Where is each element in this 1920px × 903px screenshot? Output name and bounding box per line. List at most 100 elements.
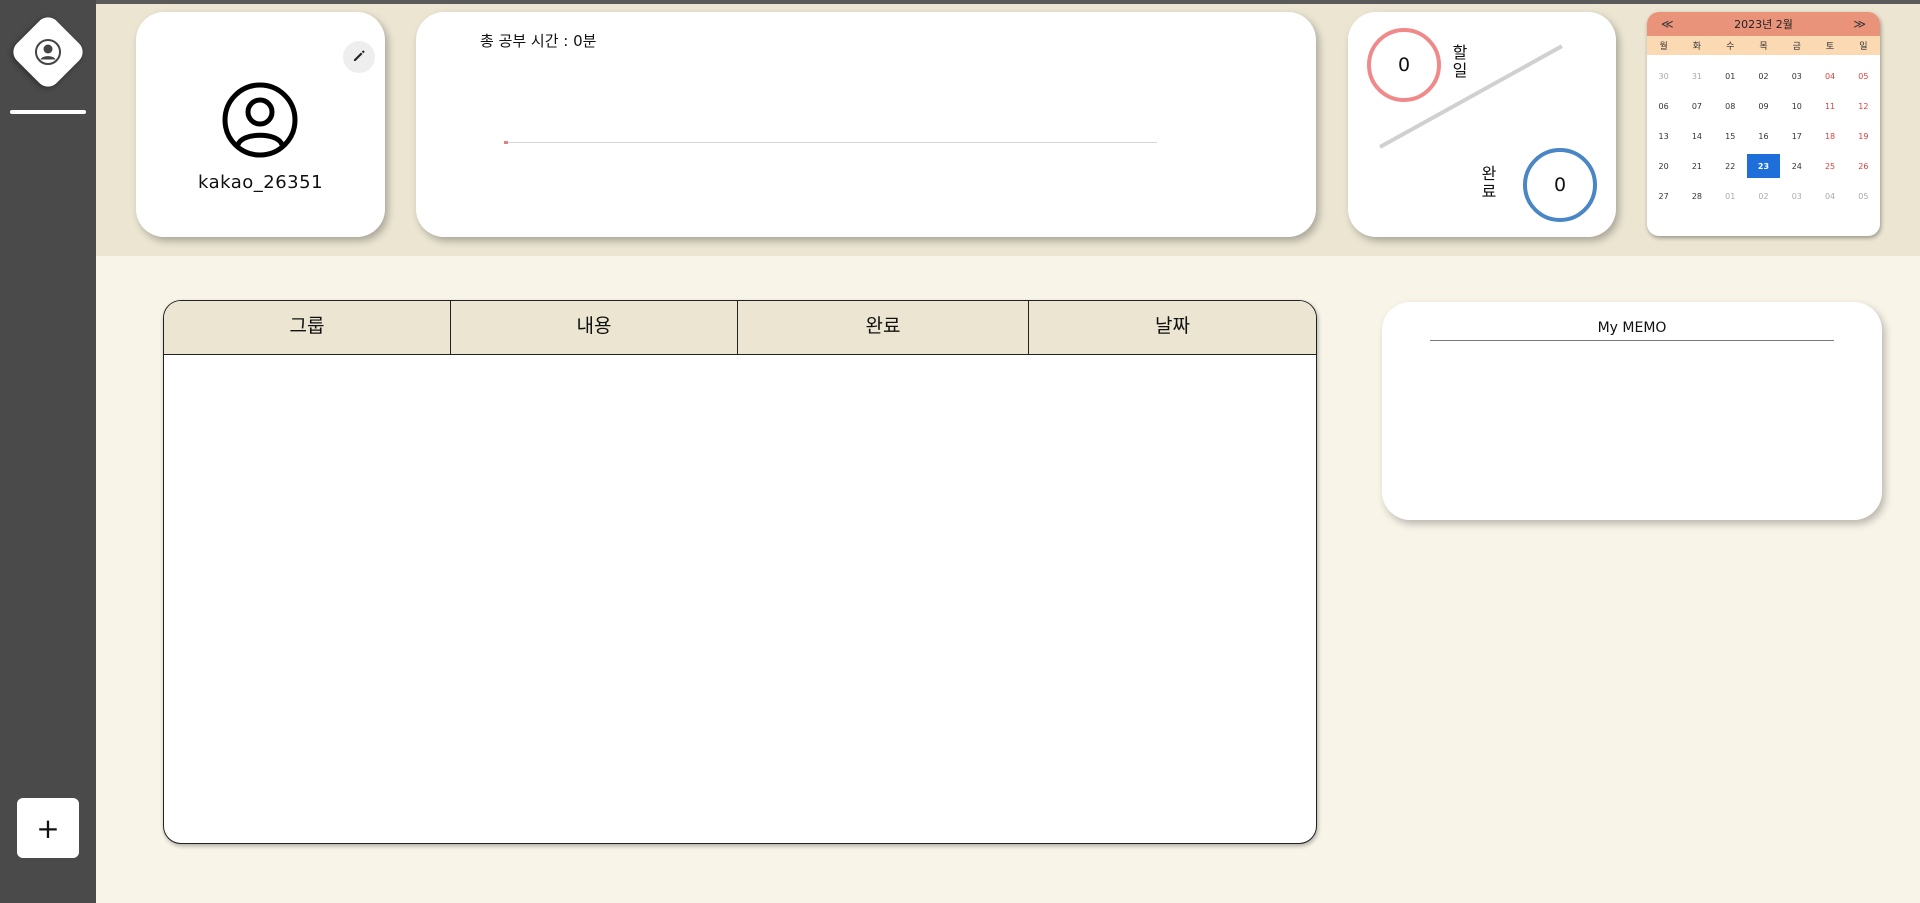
calendar-day-number: 18 (1824, 131, 1836, 141)
total-study-time: 총 공부 시간 : 0분 (480, 32, 597, 50)
weekday-label: 일 (1859, 42, 1868, 52)
calendar-day-number: 31 (1691, 71, 1703, 81)
calendar-day[interactable]: 24 (1780, 151, 1813, 181)
active-indicator (10, 110, 86, 114)
calendar-day[interactable]: 04 (1813, 181, 1846, 211)
calendar-day-number: 03 (1791, 191, 1802, 201)
todo-count: 0 (1397, 54, 1411, 76)
calendar-day[interactable]: 10 (1780, 91, 1813, 121)
calendar-day-number: 25 (1824, 161, 1836, 171)
calendar-day[interactable]: 16 (1747, 121, 1780, 151)
calendar-day[interactable]: 27 (1647, 181, 1680, 211)
calendar-day[interactable]: 26 (1847, 151, 1880, 181)
calendar-day-number: 21 (1691, 161, 1703, 171)
calendar-day-number: 02 (1758, 191, 1769, 201)
calendar-day-number: 24 (1791, 161, 1802, 171)
calendar-day[interactable]: 09 (1747, 91, 1780, 121)
calendar-day[interactable]: 03 (1780, 181, 1813, 211)
calendar-day-number: 26 (1858, 161, 1869, 171)
calendar-day-number: 19 (1858, 131, 1869, 141)
next-month-button[interactable]: ≫ (1853, 17, 1866, 31)
calendar-day[interactable]: 03 (1780, 61, 1813, 91)
calendar-day[interactable]: 01 (1714, 61, 1747, 91)
column-header-done[interactable]: 완료 (738, 301, 1029, 354)
memo-divider (1430, 340, 1834, 341)
calendar-month-title: 2023년 2월 (1734, 18, 1793, 31)
calendar-day-number: 17 (1791, 131, 1802, 141)
weekday-label: 토 (1825, 42, 1835, 52)
calendar-header: ≪ 2023년 2월 ≫ (1647, 12, 1880, 36)
home-logo-button[interactable] (8, 12, 88, 92)
column-header-content[interactable]: 내용 (451, 301, 738, 354)
memo-title: My MEMO (1597, 320, 1667, 336)
calendar-day-number: 28 (1691, 191, 1703, 201)
calendar-day-number: 09 (1758, 101, 1769, 111)
sidebar: + (0, 0, 96, 903)
calendar-day[interactable]: 14 (1680, 121, 1713, 151)
calendar-day[interactable]: 02 (1747, 61, 1780, 91)
calendar-day-number: 14 (1691, 131, 1703, 141)
prev-month-button[interactable]: ≪ (1661, 17, 1674, 31)
calendar-day-number: 01 (1725, 191, 1736, 201)
memo-card[interactable]: My MEMO (1382, 302, 1882, 520)
calendar-day[interactable]: 18 (1813, 121, 1846, 151)
column-header-group[interactable]: 그룹 (164, 301, 451, 354)
calendar-day-number: 15 (1725, 131, 1736, 141)
weekday-label: 수 (1726, 42, 1735, 52)
calendar-day-number: 07 (1691, 101, 1703, 111)
calendar-day-number: 08 (1725, 101, 1736, 111)
calendar-day[interactable]: 22 (1714, 151, 1747, 181)
add-button[interactable]: + (17, 798, 79, 858)
calendar-day-number: 12 (1858, 101, 1869, 111)
calendar-day[interactable]: 08 (1714, 91, 1747, 121)
column-header-date[interactable]: 날짜 (1029, 301, 1316, 354)
calendar-day[interactable]: 30 (1647, 61, 1680, 91)
calendar-day-today[interactable]: 23 (1746, 151, 1780, 181)
calendar-day[interactable]: 05 (1847, 61, 1880, 91)
calendar-day-number: 16 (1758, 131, 1769, 141)
study-time-chart-mark (504, 141, 508, 144)
calendar-day-number: 30 (1658, 71, 1669, 81)
done-label: 완 료 (1481, 164, 1497, 201)
calendar-day[interactable]: 20 (1647, 151, 1680, 181)
weekday-label: 목 (1759, 42, 1768, 52)
calendar-day[interactable]: 02 (1747, 181, 1780, 211)
weekday-label: 화 (1692, 42, 1702, 52)
calendar-day-number: 03 (1791, 71, 1802, 81)
calendar-day[interactable]: 07 (1680, 91, 1713, 121)
calendar-day[interactable]: 06 (1647, 91, 1680, 121)
calendar-day[interactable]: 12 (1847, 91, 1880, 121)
calendar-day[interactable]: 25 (1813, 151, 1846, 181)
calendar-day-number: 11 (1824, 101, 1836, 111)
table-header: 그룹 내용 완료 날짜 (164, 301, 1316, 355)
todo-count-circle: 0 (1367, 28, 1441, 102)
weekday-label: 월 (1659, 42, 1668, 52)
calendar-day[interactable]: 15 (1714, 121, 1747, 151)
study-time-chart-baseline (504, 142, 1157, 143)
calendar-day[interactable]: 28 (1680, 181, 1713, 211)
profile-card: kakao_26351 (136, 12, 385, 237)
calendar-day-number: 01 (1725, 71, 1736, 81)
todo-table: 그룹 내용 완료 날짜 (163, 300, 1317, 844)
calendar-day-number: 27 (1658, 191, 1669, 201)
calendar-day-number: 13 (1658, 131, 1669, 141)
calendar-day[interactable]: 21 (1680, 151, 1713, 181)
calendar-day[interactable]: 01 (1714, 181, 1747, 211)
calendar-day-number: 20 (1658, 161, 1669, 171)
calendar-day[interactable]: 13 (1647, 121, 1680, 151)
calendar-day-number: 23 (1746, 154, 1780, 178)
weekday-label: 금 (1792, 42, 1801, 52)
calendar-day[interactable]: 19 (1847, 121, 1880, 151)
calendar-day-number: 10 (1791, 101, 1802, 111)
calendar-day-number: 05 (1858, 71, 1869, 81)
calendar-day-number: 04 (1824, 71, 1836, 81)
calendar-day[interactable]: 05 (1847, 181, 1880, 211)
calendar-day[interactable]: 17 (1780, 121, 1813, 151)
calendar-day-number: 04 (1824, 191, 1836, 201)
calendar-day[interactable]: 11 (1813, 91, 1846, 121)
calendar-day[interactable]: 04 (1813, 61, 1846, 91)
calendar-day-number: 02 (1758, 71, 1769, 81)
calendar: ≪ 2023년 2월 ≫ 월 화 수 목 금 토 일 30 31 01 02 03 04 05 06 07 0… (1647, 12, 1880, 236)
edit-profile-button[interactable] (343, 41, 375, 73)
calendar-day[interactable]: 31 (1680, 61, 1713, 91)
